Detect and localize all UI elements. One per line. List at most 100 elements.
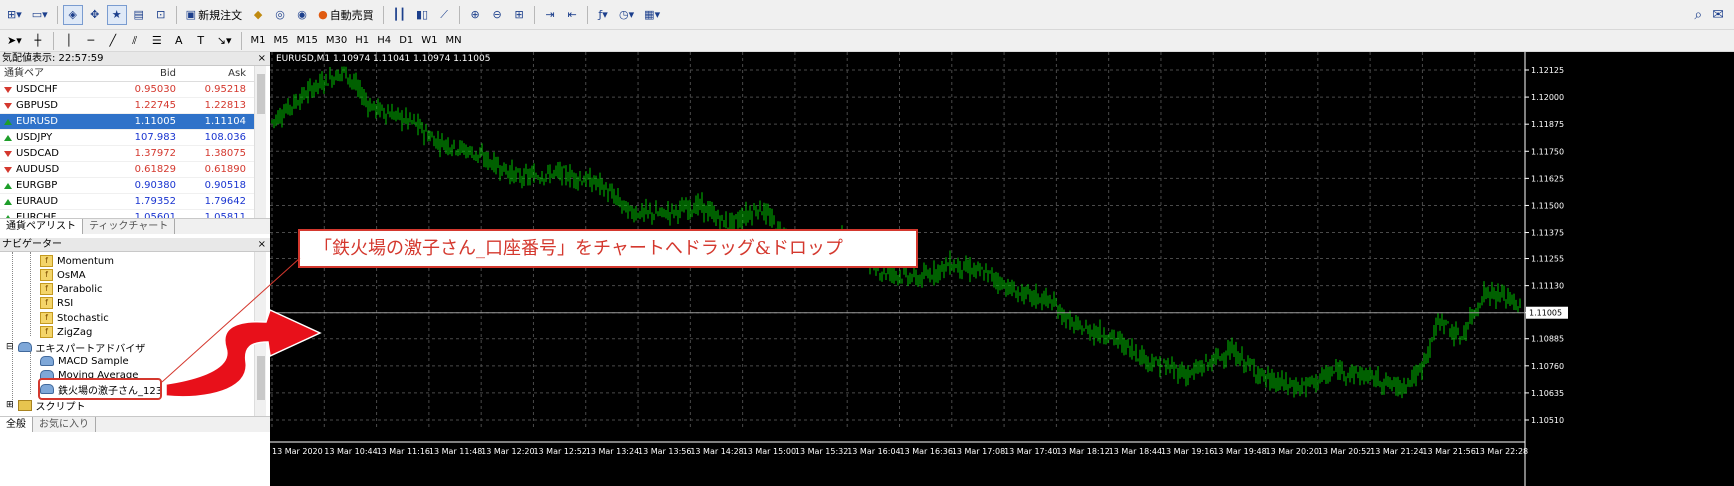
symbol-row[interactable]: EURUSD 1.11005 1.11104 [0, 114, 266, 130]
ask-column-header[interactable]: Ask [180, 66, 250, 81]
market-watch-scrollbar[interactable] [254, 66, 266, 218]
ask-price: 1.22813 [204, 100, 246, 111]
text-tool-icon[interactable]: A [169, 31, 189, 51]
close-icon[interactable]: × [258, 52, 266, 66]
timeframe-button[interactable]: M1 [247, 31, 270, 51]
auto-scroll-icon[interactable]: ⇥ [540, 5, 560, 25]
symbol-row[interactable]: USDCAD 1.37972 1.38075 [0, 146, 266, 162]
profiles-icon[interactable]: ▭▾ [28, 5, 52, 25]
price-label: 1.10885 [1531, 335, 1564, 344]
tab-general[interactable]: 全般 [0, 417, 33, 432]
timeframe-button[interactable]: H1 [351, 31, 373, 51]
scroll-thumb[interactable] [257, 74, 265, 114]
toolbar-separator [587, 5, 589, 24]
cursor-icon[interactable]: ➤▾ [3, 31, 26, 51]
candlestick-icon[interactable]: ▮▯ [412, 5, 432, 25]
time-label: 13 Mar 12:52 [533, 447, 586, 456]
ea-folder[interactable]: ⊟ エキスパートアドバイザ [6, 340, 145, 355]
price-label: 1.10510 [1531, 416, 1564, 425]
symbol-row[interactable]: USDCHF 0.95030 0.95218 [0, 82, 266, 98]
price-label: 1.11750 [1531, 147, 1564, 156]
new-chart-icon[interactable]: ⊞▾ [3, 5, 26, 25]
scripts-folder[interactable]: ⊞ スクリプト [6, 398, 86, 413]
terminal-icon[interactable]: ▤ [129, 5, 149, 25]
symbol-name: USDJPY [16, 131, 53, 143]
zoom-in-icon[interactable]: ⊕ [465, 5, 485, 25]
horizontal-line-icon[interactable]: ─ [81, 31, 101, 51]
arrows-icon[interactable]: ↘▾ [213, 31, 236, 51]
expand-icon[interactable]: ⊞ [6, 400, 14, 410]
ea-item-macd-sample[interactable]: MACD Sample [40, 354, 129, 368]
expert-advisor-icon [40, 356, 54, 366]
toolbar-separator [52, 31, 54, 50]
indicator-item[interactable]: f OsMA [40, 268, 86, 282]
periods-icon[interactable]: ◷▾ [615, 5, 638, 25]
time-label: 13 Mar 21:24 [1370, 447, 1423, 456]
collapse-icon[interactable]: ⊟ [6, 342, 14, 352]
indicator-item[interactable]: f ZigZag [40, 325, 92, 339]
navigator-toggle-icon[interactable]: ★ [106, 4, 127, 25]
channel-icon[interactable]: ⫽ [125, 31, 145, 51]
chart-shift-icon[interactable]: ⇤ [562, 5, 582, 25]
symbol-row[interactable]: EURAUD 1.79352 1.79642 [0, 194, 266, 210]
price-arrow-icon [4, 150, 12, 157]
timeframe-button[interactable]: H4 [373, 31, 395, 51]
templates-icon[interactable]: ▦▾ [640, 5, 664, 25]
navigator-scrollbar[interactable] [254, 252, 266, 416]
auto-trading-button[interactable]: ● 自動売買 [314, 5, 378, 25]
crosshair-icon[interactable]: ┼ [28, 31, 48, 51]
bar-chart-icon[interactable]: ┃┃ [389, 5, 410, 25]
close-icon[interactable]: × [258, 238, 266, 252]
tab-tick-chart[interactable]: ティックチャート [83, 219, 176, 234]
symbol-row[interactable]: GBPUSD 1.22745 1.22813 [0, 98, 266, 114]
timeframe-button[interactable]: M30 [322, 31, 351, 51]
signals-icon[interactable]: ◉ [292, 5, 312, 25]
vertical-line-icon[interactable]: │ [59, 31, 79, 51]
new-order-button[interactable]: ▣ 新規注文 [182, 5, 246, 25]
metaeditor-icon[interactable]: ◆ [248, 5, 268, 25]
tab-favorites[interactable]: お気に入り [33, 417, 96, 432]
symbol-column-header[interactable]: 通貨ペア [0, 66, 110, 81]
current-price-label: 1.11005 [1529, 309, 1562, 318]
trendline-icon[interactable]: ╱ [103, 31, 123, 51]
tab-symbols[interactable]: 通貨ペアリスト [0, 219, 83, 234]
toolbar-separator [240, 31, 242, 50]
indicator-item[interactable]: f Parabolic [40, 282, 102, 296]
zoom-out-icon[interactable]: ⊖ [487, 5, 507, 25]
timeframe-button[interactable]: D1 [395, 31, 417, 51]
symbol-row[interactable]: AUDUSD 0.61829 0.61890 [0, 162, 266, 178]
chat-icon[interactable]: ✉ [1712, 7, 1724, 23]
bid-price: 1.79352 [134, 196, 176, 207]
indicator-item[interactable]: f Stochastic [40, 311, 109, 325]
strategy-tester-icon[interactable]: ⊡ [151, 5, 171, 25]
timeframe-button[interactable]: M5 [270, 31, 293, 51]
symbol-name: EURUSD [16, 115, 58, 127]
scroll-thumb[interactable] [257, 356, 265, 400]
time-label: 13 Mar 19:16 [1161, 447, 1214, 456]
ask-price: 1.79642 [204, 196, 246, 207]
indicator-item[interactable]: f Momentum [40, 254, 114, 268]
time-label: 13 Mar 15:00 [743, 447, 796, 456]
indicator-icon: f [40, 326, 53, 338]
indicator-item[interactable]: f RSI [40, 296, 73, 310]
community-icon[interactable]: ◎ [270, 5, 290, 25]
symbol-row[interactable]: EURGBP 0.90380 0.90518 [0, 178, 266, 194]
symbol-row[interactable]: USDJPY 107.983 108.036 [0, 130, 266, 146]
chart-canvas[interactable]: 1.12125 1.12000 1.11875 1.11750 1.11625 1.115… [270, 52, 1734, 486]
indicators-icon[interactable]: ƒ▾ [593, 5, 613, 25]
chart-window[interactable]: 1.12125 1.12000 1.11875 1.11750 1.11625 1.115… [270, 52, 1734, 486]
timeframe-button[interactable]: MN [442, 31, 466, 51]
fibonacci-icon[interactable]: ☰ [147, 31, 167, 51]
symbol-name: USDCHF [16, 83, 58, 95]
tile-windows-icon[interactable]: ⊞ [509, 5, 529, 25]
bid-column-header[interactable]: Bid [110, 66, 180, 81]
market-watch-panel: 通貨ペア Bid Ask USDCHF 0.95030 0.95218 GBPUSD 1… [0, 66, 266, 226]
line-chart-icon[interactable]: ⟋ [434, 5, 454, 25]
price-arrow-icon [4, 118, 12, 125]
data-window-icon[interactable]: ✥ [85, 5, 105, 25]
search-icon[interactable]: ⌕ [1694, 7, 1702, 23]
label-tool-icon[interactable]: T [191, 31, 211, 51]
timeframe-button[interactable]: M15 [293, 31, 322, 51]
market-watch-toggle-icon[interactable]: ◈ [62, 4, 83, 25]
timeframe-button[interactable]: W1 [417, 31, 441, 51]
